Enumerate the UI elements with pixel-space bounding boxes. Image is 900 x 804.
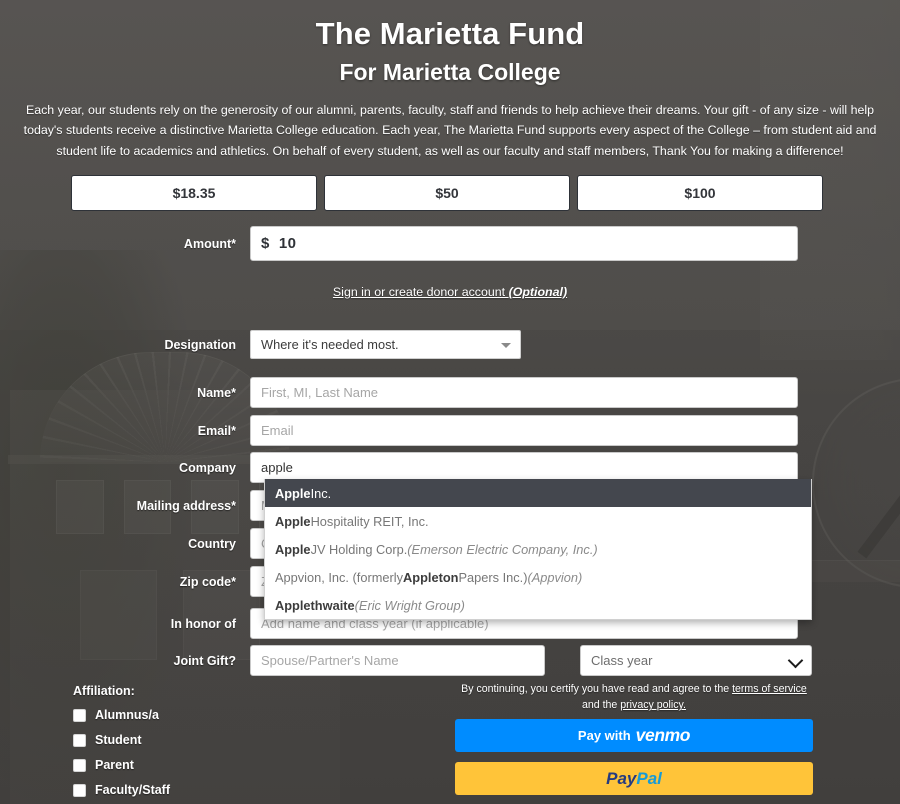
chevron-down-icon [787,652,804,669]
page-title: The Marietta Fund [315,16,585,51]
signin-optional-text: (Optional) [508,285,568,299]
in-honor-of-label: In honor of [170,616,236,631]
amount-row: Amount* [0,226,900,261]
amount-input[interactable] [250,226,798,261]
name-row: Name* [0,377,900,408]
preset-amount-button-1[interactable]: $18.35 [71,175,317,211]
affiliation-group: Affiliation: Alumnus/a Student Parent Fa… [73,684,303,804]
checkbox-icon[interactable] [73,733,86,747]
privacy-policy-link[interactable]: privacy policy. [620,699,686,711]
designation-label: Designation [164,337,236,352]
intro-paragraph: Each year, our students rely on the gene… [23,102,877,158]
terms-disclaimer: By continuing, you certify you have read… [455,681,813,714]
signin-link[interactable]: Sign in or create donor account (Optiona… [333,285,567,299]
paypal-logo-pay: Pay [606,768,637,788]
signin-link-text: Sign in or create donor account [332,285,509,299]
terms-of-service-link[interactable]: terms of service [732,683,807,695]
email-input[interactable] [250,415,798,446]
page-header: The Marietta Fund For Marietta College E… [0,0,900,161]
affiliation-option-label: Parent [95,758,134,772]
autocomplete-option[interactable]: Apple Inc. [265,479,811,507]
affiliation-option-parent[interactable]: Parent [73,758,303,772]
paypal-button[interactable]: Pay Pal [455,762,813,795]
terms-mid-text: and the [581,699,621,712]
terms-lead-text: By continuing, you certify you have read… [461,683,733,695]
name-label: Name* [197,385,236,400]
affiliation-option-label: Faculty/Staff [95,783,171,797]
class-year-select[interactable]: Class year [580,645,812,676]
checkbox-icon[interactable] [73,708,86,722]
checkbox-icon[interactable] [73,758,86,772]
venmo-button-prefix: Pay with [577,728,631,743]
page-subtitle: For Marietta College [339,58,561,85]
autocomplete-option[interactable]: Apple JV Holding Corp. (Emerson Electric… [265,535,811,563]
zip-code-label: Zip code* [179,574,236,589]
affiliation-option-label: Alumnus/a [95,708,159,722]
name-input[interactable] [250,377,798,408]
affiliation-option-student[interactable]: Student [73,733,303,747]
class-year-value: Class year [591,653,653,668]
email-row: Email* [0,415,900,446]
designation-value: Where it's needed most. [261,337,399,352]
signin-row: Sign in or create donor account (Optiona… [0,283,900,301]
preset-amount-button-2[interactable]: $50 [324,175,570,211]
autocomplete-option[interactable]: Apple Hospitality REIT, Inc. [265,507,811,535]
country-label: Country [188,536,236,551]
venmo-logo: venmo [635,725,691,745]
joint-gift-row: Joint Gift? Class year [0,645,900,676]
paypal-logo-pal: Pal [636,768,662,788]
preset-amount-group: $18.35 $50 $100 [71,175,823,211]
affiliation-option-alumnus[interactable]: Alumnus/a [73,708,303,722]
email-label: Email* [197,423,236,438]
chevron-down-icon [501,342,511,348]
pay-with-venmo-button[interactable]: Pay with venmo [455,719,813,752]
autocomplete-option[interactable]: Appvion, Inc. (formerly Appleton Papers … [265,563,811,591]
affiliation-option-label: Student [95,733,142,747]
designation-row: Designation Where it's needed most. [0,330,900,359]
affiliation-option-faculty-staff[interactable]: Faculty/Staff [73,783,303,797]
joint-gift-label: Joint Gift? [173,653,237,668]
checkbox-icon[interactable] [73,783,86,797]
company-label: Company [179,460,236,475]
designation-select[interactable]: Where it's needed most. [250,330,521,359]
amount-label: Amount* [183,236,236,251]
autocomplete-option[interactable]: Applethwaite (Eric Wright Group) [265,591,811,619]
joint-gift-name-input[interactable] [250,645,545,676]
preset-amount-button-3[interactable]: $100 [577,175,823,211]
company-autocomplete-dropdown[interactable]: Apple Inc. Apple Hospitality REIT, Inc. Ap… [264,479,812,620]
mailing-address-label: Mailing address* [136,498,236,513]
affiliation-title: Affiliation: [73,684,135,698]
